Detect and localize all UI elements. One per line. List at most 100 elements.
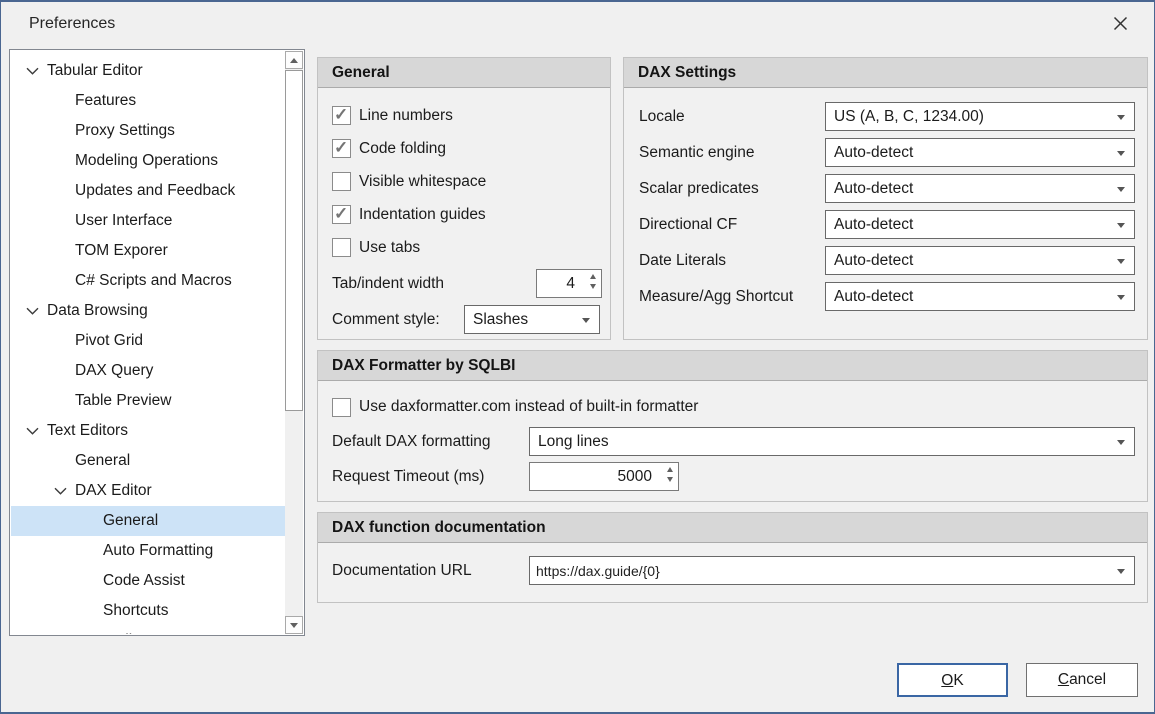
scalar-predicates-row: Scalar predicates Auto-detect [624, 174, 1147, 203]
sidebar-item-tom-explorer[interactable]: TOM Exporer [11, 236, 285, 266]
tree-item-label: Code Assist [103, 572, 185, 590]
sidebar-item-user-interface[interactable]: User Interface [11, 206, 285, 236]
tree-item-label: Data Browsing [47, 302, 148, 320]
sidebar-item-updates-and-feedback[interactable]: Updates and Feedback [11, 176, 285, 206]
tab-indent-width-row: Tab/indent width 4 [318, 269, 610, 298]
chevron-down-icon[interactable] [25, 307, 40, 315]
dropdown-value: Slashes [465, 311, 552, 329]
visible-whitespace-checkbox[interactable] [332, 172, 351, 191]
use-tabs-checkbox[interactable] [332, 238, 351, 257]
tab-indent-width-spinner[interactable]: 4 [536, 269, 602, 298]
comment-style-dropdown[interactable]: Slashes [464, 305, 600, 334]
sidebar-item-proxy-settings[interactable]: Proxy Settings [11, 116, 285, 146]
scrollbar-up-button[interactable] [285, 51, 303, 69]
tree-item-label: TOM Exporer [75, 242, 168, 260]
line-numbers-checkbox[interactable] [332, 106, 351, 125]
locale-dropdown[interactable]: US (A, B, C, 1234.00) [825, 102, 1135, 131]
tree-item-label: Text Editors [47, 422, 128, 440]
settings-tree: Tabular Editor Features Proxy Settings M… [11, 51, 285, 634]
close-button[interactable] [1108, 14, 1132, 38]
tree-item-label: Modeling Operations [75, 152, 218, 170]
sidebar-item-auto-formatting[interactable]: Auto Formatting [11, 536, 285, 566]
dropdown-value: Auto-detect [826, 288, 937, 306]
chevron-down-icon [1117, 259, 1125, 264]
documentation-url-value: https://dax.guide/{0} [530, 563, 684, 579]
group-dax-documentation: DAX function documentation Documentation… [317, 512, 1148, 603]
request-timeout-row: Request Timeout (ms) 5000 [318, 462, 1147, 491]
spinner-arrows[interactable] [590, 274, 596, 289]
scrollbar-down-button[interactable] [285, 616, 303, 634]
use-daxformatter-row[interactable]: Use daxformatter.com instead of built-in… [318, 392, 1147, 422]
dropdown-value: Auto-detect [826, 180, 937, 198]
sidebar-item-shortcuts[interactable]: Shortcuts [11, 596, 285, 626]
sidebar-item-code-assist[interactable]: Code Assist [11, 566, 285, 596]
request-timeout-spinner[interactable]: 5000 [529, 462, 679, 491]
sidebar-item-pivot-grid[interactable]: Pivot Grid [11, 326, 285, 356]
locale-label: Locale [639, 108, 685, 126]
comment-style-label: Comment style: [332, 311, 440, 329]
arrow-up-icon [667, 467, 673, 472]
sidebar-item-dax-editor[interactable]: DAX Editor [11, 476, 285, 506]
arrow-down-icon [290, 623, 298, 628]
indentation-guides-row[interactable]: Indentation guides [318, 198, 610, 231]
documentation-url-combo[interactable]: https://dax.guide/{0} [529, 556, 1135, 585]
code-folding-row[interactable]: Code folding [318, 132, 610, 165]
chevron-down-icon [1117, 569, 1125, 574]
dropdown-value: Auto-detect [826, 144, 937, 162]
sidebar-item-text-editors-general[interactable]: General [11, 446, 285, 476]
measure-agg-shortcut-label: Measure/Agg Shortcut [639, 288, 793, 306]
documentation-url-label: Documentation URL [332, 562, 529, 580]
dropdown-value: Long lines [530, 433, 633, 451]
dropdown-value: Auto-detect [826, 216, 937, 234]
request-timeout-label: Request Timeout (ms) [332, 468, 529, 486]
tree-item-label: General [75, 452, 130, 470]
tree-item-label: Pivot Grid [75, 332, 143, 350]
measure-agg-shortcut-dropdown[interactable]: Auto-detect [825, 282, 1135, 311]
sidebar-item-features[interactable]: Features [11, 86, 285, 116]
sidebar-item-data-browsing[interactable]: Data Browsing [11, 296, 285, 326]
sidebar-item-modeling-operations[interactable]: Modeling Operations [11, 146, 285, 176]
tree-scrollbar[interactable] [285, 51, 303, 634]
sidebar-item-dax-query[interactable]: DAX Query [11, 356, 285, 386]
spinner-arrows[interactable] [667, 467, 673, 482]
ok-button[interactable]: OK [897, 663, 1008, 697]
indentation-guides-checkbox[interactable] [332, 205, 351, 224]
cancel-button[interactable]: Cancel [1026, 663, 1138, 697]
use-tabs-row[interactable]: Use tabs [318, 231, 610, 264]
checkbox-label: Code folding [359, 140, 446, 158]
checkbox-label: Use daxformatter.com instead of built-in… [359, 398, 698, 416]
chevron-down-icon [1117, 295, 1125, 300]
sidebar-item-text-editors[interactable]: Text Editors [11, 416, 285, 446]
default-formatting-dropdown[interactable]: Long lines [529, 427, 1135, 456]
checkbox-label: Use tabs [359, 239, 420, 257]
checkbox-label: Indentation guides [359, 206, 486, 224]
code-folding-checkbox[interactable] [332, 139, 351, 158]
arrow-down-icon [590, 284, 596, 289]
chevron-down-icon[interactable] [53, 487, 68, 495]
group-title: DAX function documentation [318, 513, 1147, 543]
visible-whitespace-row[interactable]: Visible whitespace [318, 165, 610, 198]
default-formatting-label: Default DAX formatting [332, 433, 529, 451]
sidebar-item-tabular-editor[interactable]: Tabular Editor [11, 56, 285, 86]
chevron-down-icon [582, 318, 590, 323]
tree-item-label: SQL Editor [75, 632, 150, 634]
group-title: DAX Settings [624, 58, 1147, 88]
scrollbar-thumb[interactable] [285, 70, 303, 411]
scalar-predicates-dropdown[interactable]: Auto-detect [825, 174, 1135, 203]
chevron-down-icon[interactable] [25, 67, 40, 75]
sidebar-item-csharp-scripts[interactable]: C# Scripts and Macros [11, 266, 285, 296]
sidebar-item-table-preview[interactable]: Table Preview [11, 386, 285, 416]
arrow-up-icon [590, 274, 596, 279]
chevron-down-icon[interactable] [25, 427, 40, 435]
tree-item-label: Tabular Editor [47, 62, 143, 80]
use-daxformatter-checkbox[interactable] [332, 398, 351, 417]
date-literals-dropdown[interactable]: Auto-detect [825, 246, 1135, 275]
arrow-down-icon [667, 477, 673, 482]
sidebar-item-dax-editor-general[interactable]: General [11, 506, 285, 536]
semantic-engine-dropdown[interactable]: Auto-detect [825, 138, 1135, 167]
checkbox-label: Line numbers [359, 107, 453, 125]
directional-cf-dropdown[interactable]: Auto-detect [825, 210, 1135, 239]
locale-row: Locale US (A, B, C, 1234.00) [624, 102, 1147, 131]
line-numbers-row[interactable]: Line numbers [318, 99, 610, 132]
sidebar-item-sql-editor[interactable]: SQL Editor [11, 626, 285, 634]
